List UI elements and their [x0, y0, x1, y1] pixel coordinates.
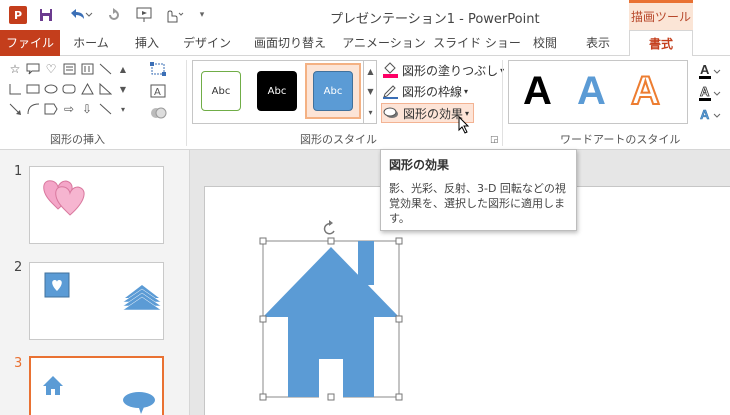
svg-text:A: A: [700, 107, 710, 122]
textbox-shape-icon[interactable]: [61, 62, 77, 76]
slide-thumbnail-1[interactable]: [29, 166, 164, 244]
style-thumb-outline-green[interactable]: Abc: [201, 71, 241, 111]
shape-style-gallery[interactable]: Abc Abc Abc ▲ ▼ ▾: [192, 60, 377, 124]
slide-number: 2: [14, 260, 23, 275]
ribbon: ☆ ♡ ▲ ▼ ⇨ ⇩ ▾ A 図形の挿入 Abc Abc Abc ▲ ▼ ▾ …: [0, 56, 730, 150]
text-outline-button[interactable]: A: [697, 84, 721, 102]
window-title: プレゼンテーション1 - PowerPoint: [330, 12, 540, 27]
tab-slideshow[interactable]: スライド ショー: [432, 30, 522, 56]
touch-mode-icon[interactable]: [160, 6, 186, 24]
dialog-launcher-icon[interactable]: ◲: [490, 135, 499, 145]
slide-number: 3: [14, 356, 23, 371]
slide-thumbnail-3[interactable]: [29, 356, 164, 415]
powerpoint-logo-icon[interactable]: P: [9, 6, 27, 24]
down-arrow-shape-icon[interactable]: ⇩: [79, 102, 95, 116]
tab-review[interactable]: 校閲: [526, 30, 564, 56]
scroll-up-icon[interactable]: ▲: [367, 67, 373, 76]
text-effects-button[interactable]: A: [697, 106, 721, 124]
tab-insert[interactable]: 挿入: [124, 30, 170, 56]
paint-bucket-icon: [381, 62, 399, 78]
save-icon[interactable]: [38, 6, 54, 24]
shape-effects-label: 図形の効果: [403, 106, 464, 121]
presentation-start-icon[interactable]: [134, 6, 156, 24]
svg-text:A: A: [700, 84, 710, 99]
mouse-cursor-icon: [458, 115, 472, 134]
style-thumb-blue-fill[interactable]: Abc: [313, 71, 353, 111]
shape-outline-button[interactable]: 図形の枠線 ▾: [381, 81, 468, 101]
oval-shape-icon[interactable]: [43, 82, 59, 96]
wordart-orange-outline[interactable]: A: [630, 68, 661, 114]
group-label-shape-styles: 図形のスタイル: [300, 133, 377, 146]
redo-icon[interactable]: [104, 6, 124, 24]
right-triangle-shape-icon[interactable]: [97, 82, 113, 96]
tab-home[interactable]: ホーム: [66, 30, 116, 56]
callout-shape-icon[interactable]: [25, 62, 41, 76]
group-separator: [502, 60, 503, 146]
slide-thumbnail-pane[interactable]: 1 2 3: [0, 150, 190, 415]
gallery-expand-icon[interactable]: ▾: [368, 108, 372, 117]
shape-outline-label: 図形の枠線: [402, 84, 463, 99]
house-and-bubble-image: [43, 376, 155, 414]
vertical-textbox-shape-icon[interactable]: [79, 62, 95, 76]
style-thumb-black-fill[interactable]: Abc: [257, 71, 297, 111]
textbox-insert-icon[interactable]: A: [148, 82, 170, 100]
star-shape-icon[interactable]: ☆: [7, 62, 23, 76]
svg-text:A: A: [700, 62, 710, 77]
gallery-down-icon[interactable]: ▼: [115, 82, 131, 96]
slide-thumbnail-2[interactable]: [29, 262, 164, 340]
scroll-down-icon[interactable]: ▼: [367, 87, 373, 96]
powerpoint-window: { "titlebar": { "title": "プレゼンテーション1 - P…: [0, 0, 730, 415]
group-label-insert-shapes: 図形の挿入: [50, 133, 105, 146]
tab-design[interactable]: デザイン: [176, 30, 238, 56]
tab-format[interactable]: 書式: [629, 30, 693, 57]
shape-effects-icon: [382, 105, 400, 121]
gallery-up-icon[interactable]: ▲: [115, 62, 131, 76]
title-bar: P ▾ プレゼンテーション1 - PowerPoint 描画ツール: [0, 0, 730, 30]
tab-animations[interactable]: アニメーション: [342, 30, 426, 56]
tab-view[interactable]: 表示: [580, 30, 616, 56]
customize-toolbar-icon[interactable]: ▾: [196, 6, 208, 24]
slide-number: 1: [14, 164, 23, 179]
rounded-rectangle-shape-icon[interactable]: [61, 82, 77, 96]
undo-icon[interactable]: [66, 6, 96, 24]
pen-icon: [381, 83, 399, 99]
diagonal-line-shape-icon[interactable]: [97, 102, 113, 116]
shape-fill-label: 図形の塗りつぶし: [402, 63, 499, 78]
group-label-wordart-styles: ワードアートのスタイル: [560, 133, 681, 146]
chevron-down-icon: ▾: [464, 86, 469, 96]
pentagon-shape-icon[interactable]: [43, 102, 59, 116]
heart-box-and-stack-image: [44, 272, 162, 311]
line-shape-icon[interactable]: [97, 62, 113, 76]
arrow-shape-icon[interactable]: [7, 102, 23, 116]
tooltip-title: 図形の効果: [389, 158, 450, 172]
right-arrow-shape-icon[interactable]: ⇨: [61, 102, 77, 116]
ribbon-tabs: ファイル ホーム 挿入 デザイン 画面切り替え アニメーション スライド ショー…: [0, 30, 730, 57]
merge-shapes-icon[interactable]: [148, 104, 170, 122]
shapes-gallery[interactable]: ☆ ♡ ▲ ▼ ⇨ ⇩ ▾: [5, 60, 137, 124]
tab-transitions[interactable]: 画面切り替え: [244, 30, 336, 56]
shape-effects-tooltip: 図形の効果 影、光彩、反射、3-D 回転などの視覚効果を、選択した図形に適用しま…: [380, 149, 577, 231]
edit-shape-icon[interactable]: [148, 60, 170, 78]
svg-text:A: A: [154, 87, 161, 98]
triangle-shape-icon[interactable]: [79, 82, 95, 96]
wordart-blue[interactable]: A: [577, 69, 606, 113]
tooltip-body: 影、光彩、反射、3-D 回転などの視覚効果を、選択した図形に適用します。: [389, 182, 566, 225]
gallery-more-icon[interactable]: ▾: [115, 102, 131, 116]
wordart-gallery[interactable]: A A A: [508, 60, 688, 124]
curved-connector-shape-icon[interactable]: [25, 102, 41, 116]
drawing-tools-header: 描画ツール: [629, 0, 693, 30]
wordart-black[interactable]: A: [523, 69, 552, 113]
shape-fill-button[interactable]: 図形の塗りつぶし ▾: [381, 60, 504, 80]
style-gallery-scroll[interactable]: ▲ ▼ ▾: [363, 61, 377, 123]
heart-shape-icon[interactable]: ♡: [43, 62, 59, 76]
text-fill-button[interactable]: A: [697, 62, 721, 80]
tab-file[interactable]: ファイル: [0, 30, 60, 56]
rectangle-shape-icon[interactable]: [25, 82, 41, 96]
elbow-connector-shape-icon[interactable]: [7, 82, 23, 96]
group-separator: [186, 60, 187, 146]
hearts-image: [43, 180, 85, 216]
